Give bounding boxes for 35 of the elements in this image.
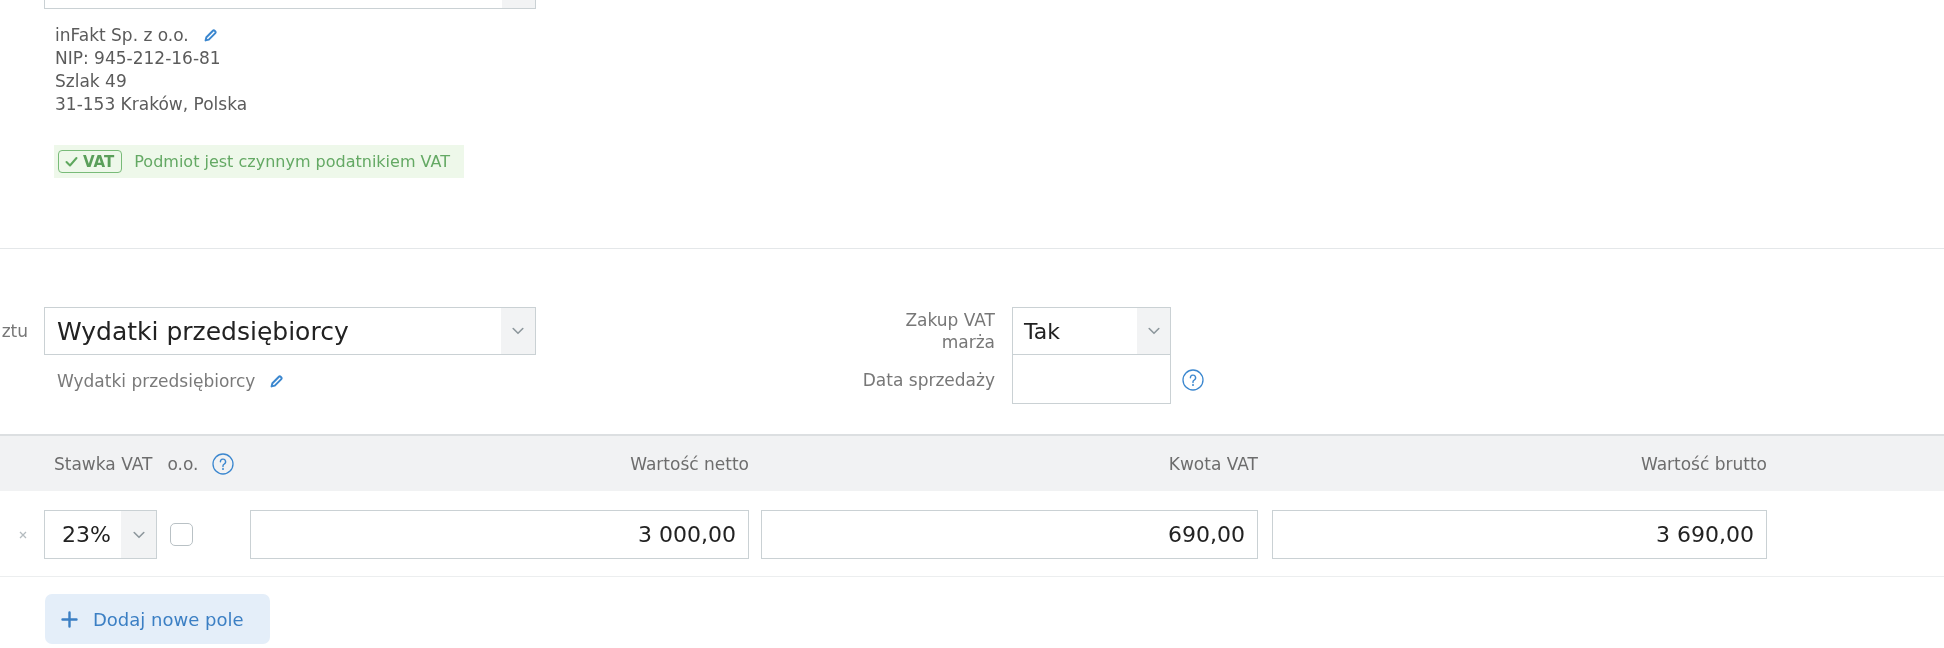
chevron-down-icon[interactable] bbox=[1137, 308, 1170, 354]
vat-margin-select[interactable]: Tak bbox=[1012, 307, 1171, 355]
plus-icon[interactable] bbox=[61, 610, 78, 628]
pencil-icon[interactable] bbox=[269, 374, 285, 389]
pencil-icon[interactable] bbox=[202, 28, 218, 43]
category-description: Wydatki przedsiębiorcy bbox=[57, 370, 256, 393]
close-icon[interactable] bbox=[19, 530, 27, 539]
amount-field[interactable]: 3 690,00 bbox=[1272, 510, 1767, 559]
column-header: Wartość brutto bbox=[1640, 452, 1767, 475]
help-icon[interactable] bbox=[212, 452, 235, 475]
column-header: Kwota VAT bbox=[1168, 452, 1258, 475]
check-icon bbox=[65, 156, 78, 167]
field-label: ztu bbox=[0, 320, 29, 342]
column-header: o.o. bbox=[167, 452, 199, 475]
sale-date-field[interactable] bbox=[1012, 355, 1171, 404]
tax-id-text: NIP: 945-212-16-81 bbox=[55, 47, 221, 70]
checkbox[interactable] bbox=[170, 523, 193, 546]
vat-rate-select[interactable]: 23% bbox=[44, 510, 157, 559]
status-message: Podmiot jest czynnym podatnikiem VAT bbox=[134, 152, 450, 171]
field-label: Zakup VAT marża bbox=[904, 309, 996, 353]
city-address: 31-153 Kraków, Polska bbox=[55, 93, 248, 116]
help-icon[interactable] bbox=[1182, 368, 1204, 391]
company-name: inFakt Sp. z o.o. bbox=[55, 24, 189, 47]
vat-label: VAT bbox=[83, 152, 115, 171]
contractor-select[interactable] bbox=[44, 0, 536, 9]
column-header: Wartość netto bbox=[630, 452, 749, 475]
amount-field[interactable]: 690,00 bbox=[761, 510, 1258, 559]
column-header: Stawka VAT bbox=[54, 452, 153, 475]
street-address: Szlak 49 bbox=[55, 70, 127, 93]
chevron-down-icon[interactable] bbox=[501, 308, 535, 354]
add-field-button[interactable]: Dodaj nowe pole bbox=[45, 594, 270, 644]
category-select[interactable]: Wydatki przedsiębiorcy bbox=[44, 307, 536, 355]
field-label: Data sprzedaży bbox=[861, 368, 996, 391]
amount-field[interactable]: 3 000,00 bbox=[250, 510, 749, 559]
chevron-down-icon[interactable] bbox=[121, 511, 156, 558]
